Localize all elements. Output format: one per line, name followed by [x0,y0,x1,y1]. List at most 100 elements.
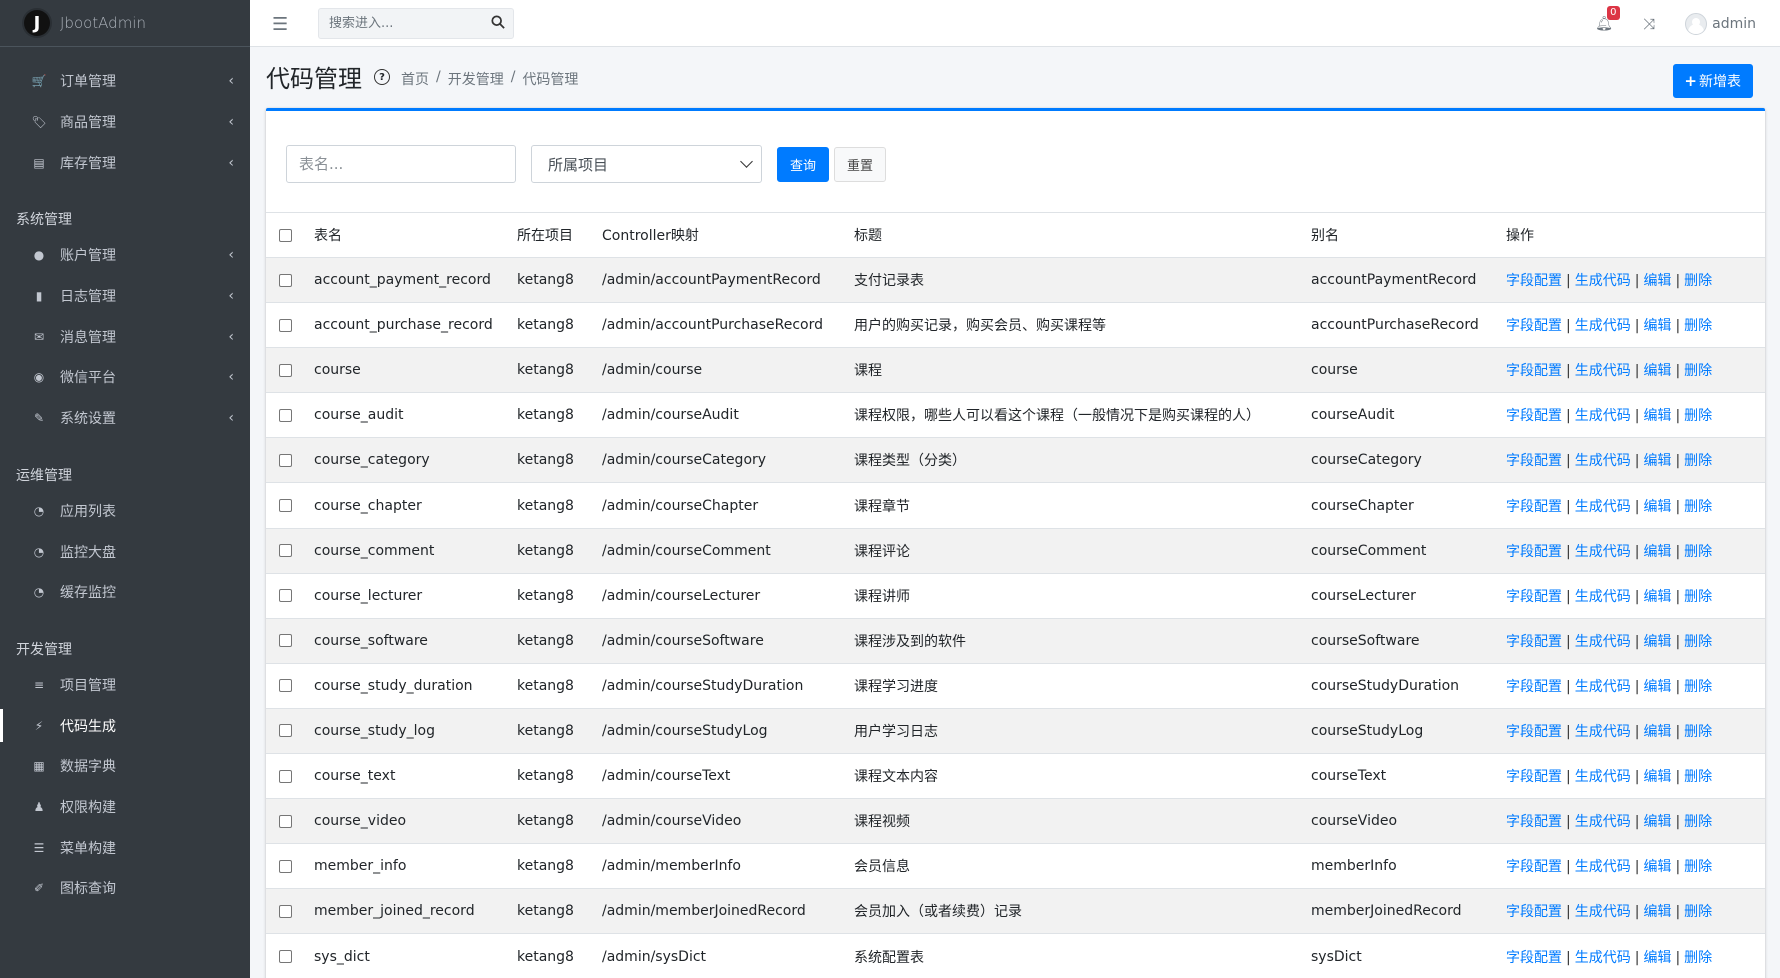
generate-code-link[interactable]: 生成代码 [1575,499,1631,515]
field-config-link[interactable]: 字段配置 [1506,453,1562,469]
row-checkbox[interactable] [279,769,292,783]
generate-code-link[interactable]: 生成代码 [1575,724,1631,740]
project-select[interactable]: 所属项目 [531,145,762,183]
help-icon[interactable]: ? [374,69,390,85]
row-checkbox[interactable] [279,363,292,377]
edit-link[interactable]: 编辑 [1643,273,1671,289]
edit-link[interactable]: 编辑 [1643,679,1671,695]
sidebar-item[interactable]: ● 账户管理 ‹ [0,235,250,276]
delete-link[interactable]: 删除 [1684,769,1712,785]
edit-link[interactable]: 编辑 [1643,318,1671,334]
edit-link[interactable]: 编辑 [1643,904,1671,920]
select-all-checkbox[interactable] [279,228,292,242]
row-checkbox[interactable] [279,499,292,513]
delete-link[interactable]: 删除 [1684,499,1712,515]
sidebar-item[interactable]: ◉ 微信平台 ‹ [0,357,250,398]
delete-link[interactable]: 删除 [1684,634,1712,650]
field-config-link[interactable]: 字段配置 [1506,679,1562,695]
delete-link[interactable]: 删除 [1684,544,1712,560]
field-config-link[interactable]: 字段配置 [1506,408,1562,424]
generate-code-link[interactable]: 生成代码 [1575,544,1631,560]
generate-code-link[interactable]: 生成代码 [1575,318,1631,334]
generate-code-link[interactable]: 生成代码 [1575,363,1631,379]
field-config-link[interactable]: 字段配置 [1506,634,1562,650]
row-checkbox[interactable] [279,589,292,603]
field-config-link[interactable]: 字段配置 [1506,273,1562,289]
table-name-input[interactable] [286,145,516,183]
notifications[interactable]: 🔔︎ 0 [1595,5,1625,32]
row-checkbox[interactable] [279,904,292,918]
sidebar-item[interactable]: 🏷 商品管理 ‹ [0,102,250,143]
sidebar-item[interactable]: ◔ 缓存监控 [0,572,250,613]
edit-link[interactable]: 编辑 [1643,589,1671,605]
generate-code-link[interactable]: 生成代码 [1575,408,1631,424]
edit-link[interactable]: 编辑 [1643,499,1671,515]
sidebar-item[interactable]: ⚡ 代码生成 [0,705,250,746]
sidebar-item[interactable]: ▤ 库存管理 ‹ [0,142,250,183]
breadcrumb-home[interactable]: 首页 [401,69,429,89]
edit-link[interactable]: 编辑 [1643,634,1671,650]
edit-link[interactable]: 编辑 [1643,769,1671,785]
menu-toggle-icon[interactable]: ☰ [272,16,288,34]
row-checkbox[interactable] [279,634,292,648]
breadcrumb-dev[interactable]: 开发管理 [448,69,504,89]
delete-link[interactable]: 删除 [1684,859,1712,875]
edit-link[interactable]: 编辑 [1643,724,1671,740]
generate-code-link[interactable]: 生成代码 [1575,814,1631,830]
delete-link[interactable]: 删除 [1684,408,1712,424]
generate-code-link[interactable]: 生成代码 [1575,859,1631,875]
row-checkbox[interactable] [279,273,292,287]
field-config-link[interactable]: 字段配置 [1506,950,1562,966]
field-config-link[interactable]: 字段配置 [1506,318,1562,334]
user-name[interactable]: admin [1712,16,1756,32]
delete-link[interactable]: 删除 [1684,589,1712,605]
row-checkbox[interactable] [279,318,292,332]
delete-link[interactable]: 删除 [1684,724,1712,740]
sidebar-item[interactable]: ▮ 日志管理 ‹ [0,276,250,317]
delete-link[interactable]: 删除 [1684,318,1712,334]
generate-code-link[interactable]: 生成代码 [1575,634,1631,650]
field-config-link[interactable]: 字段配置 [1506,363,1562,379]
query-button[interactable]: 查询 [777,146,830,182]
delete-link[interactable]: 删除 [1684,679,1712,695]
generate-code-link[interactable]: 生成代码 [1575,589,1631,605]
generate-code-link[interactable]: 生成代码 [1575,769,1631,785]
row-checkbox[interactable] [279,408,292,422]
search-icon[interactable] [491,15,505,29]
edit-link[interactable]: 编辑 [1643,544,1671,560]
edit-link[interactable]: 编辑 [1643,453,1671,469]
edit-link[interactable]: 编辑 [1643,859,1671,875]
sidebar-item[interactable]: ▦ 数据字典 [0,746,250,787]
delete-link[interactable]: 删除 [1684,363,1712,379]
sidebar-item[interactable]: ✐ 图标查询 [0,868,250,909]
delete-link[interactable]: 删除 [1684,950,1712,966]
edit-link[interactable]: 编辑 [1643,950,1671,966]
edit-link[interactable]: 编辑 [1643,363,1671,379]
add-table-button[interactable]: + 新增表 [1673,64,1753,98]
row-checkbox[interactable] [279,453,292,467]
row-checkbox[interactable] [279,679,292,693]
sidebar-item[interactable]: ◔ 监控大盘 [0,531,250,572]
row-checkbox[interactable] [279,544,292,558]
field-config-link[interactable]: 字段配置 [1506,544,1562,560]
generate-code-link[interactable]: 生成代码 [1575,273,1631,289]
brand[interactable]: J JbootAdmin [0,0,250,47]
search-input[interactable] [319,16,479,31]
generate-code-link[interactable]: 生成代码 [1575,453,1631,469]
delete-link[interactable]: 删除 [1684,904,1712,920]
field-config-link[interactable]: 字段配置 [1506,859,1562,875]
row-checkbox[interactable] [279,859,292,873]
shuffle-icon[interactable]: ⤨ [1643,15,1663,33]
generate-code-link[interactable]: 生成代码 [1575,904,1631,920]
sidebar-item[interactable]: ♟ 权限构建 [0,787,250,828]
delete-link[interactable]: 删除 [1684,814,1712,830]
edit-link[interactable]: 编辑 [1643,814,1671,830]
field-config-link[interactable]: 字段配置 [1506,814,1562,830]
sidebar-item[interactable]: ✉ 消息管理 ‹ [0,316,250,357]
reset-button[interactable]: 重置 [834,146,887,182]
field-config-link[interactable]: 字段配置 [1506,589,1562,605]
field-config-link[interactable]: 字段配置 [1506,724,1562,740]
field-config-link[interactable]: 字段配置 [1506,904,1562,920]
row-checkbox[interactable] [279,724,292,738]
sidebar-item[interactable]: 🛒 订单管理 ‹ [0,61,250,102]
